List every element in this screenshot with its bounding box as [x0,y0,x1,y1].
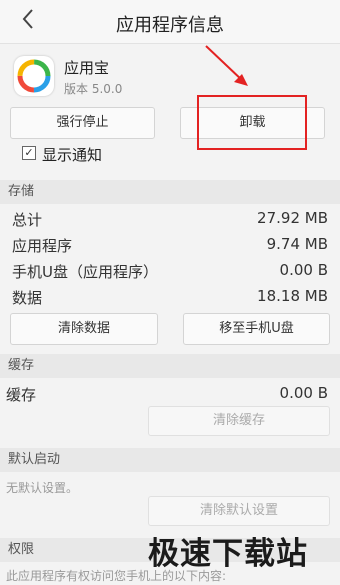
clear-cache-button[interactable]: 清除缓存 [148,406,330,436]
storage-usb-value: 0.00 B [279,261,328,279]
annotation-arrow-icon [205,45,248,86]
cache-value: 0.00 B [279,384,328,402]
annotation-highlight-box [197,95,307,150]
storage-section-header: 存储 [0,180,340,204]
storage-usb-label: 手机U盘（应用程序） [12,263,158,281]
default-launch-section-header: 默认启动 [0,448,340,472]
storage-app-value: 9.74 MB [266,235,328,253]
storage-total-label: 总计 [12,211,43,229]
app-version: 版本 5.0.0 [64,82,123,96]
force-stop-button[interactable]: 强行停止 [10,107,155,139]
app-name: 应用宝 [64,59,110,77]
page-title: 应用程序信息 [116,15,224,36]
notification-label: 显示通知 [42,146,103,164]
clear-data-button[interactable]: 清除数据 [10,313,158,345]
notification-checkbox[interactable]: ✓ [22,146,36,160]
clear-defaults-button[interactable]: 清除默认设置 [148,496,330,526]
storage-data-label: 数据 [12,289,43,307]
app-store-icon [14,56,54,96]
watermark-logo: 极速下载站 [148,536,308,572]
default-launch-hint: 无默认设置。 [6,481,79,495]
storage-data-value: 18.18 MB [257,287,328,305]
cache-label: 缓存 [6,386,37,404]
storage-app-label: 应用程序 [12,237,73,255]
storage-total-value: 27.92 MB [257,209,328,227]
cache-section-header: 缓存 [0,354,340,378]
move-to-usb-button[interactable]: 移至手机U盘 [183,313,330,345]
